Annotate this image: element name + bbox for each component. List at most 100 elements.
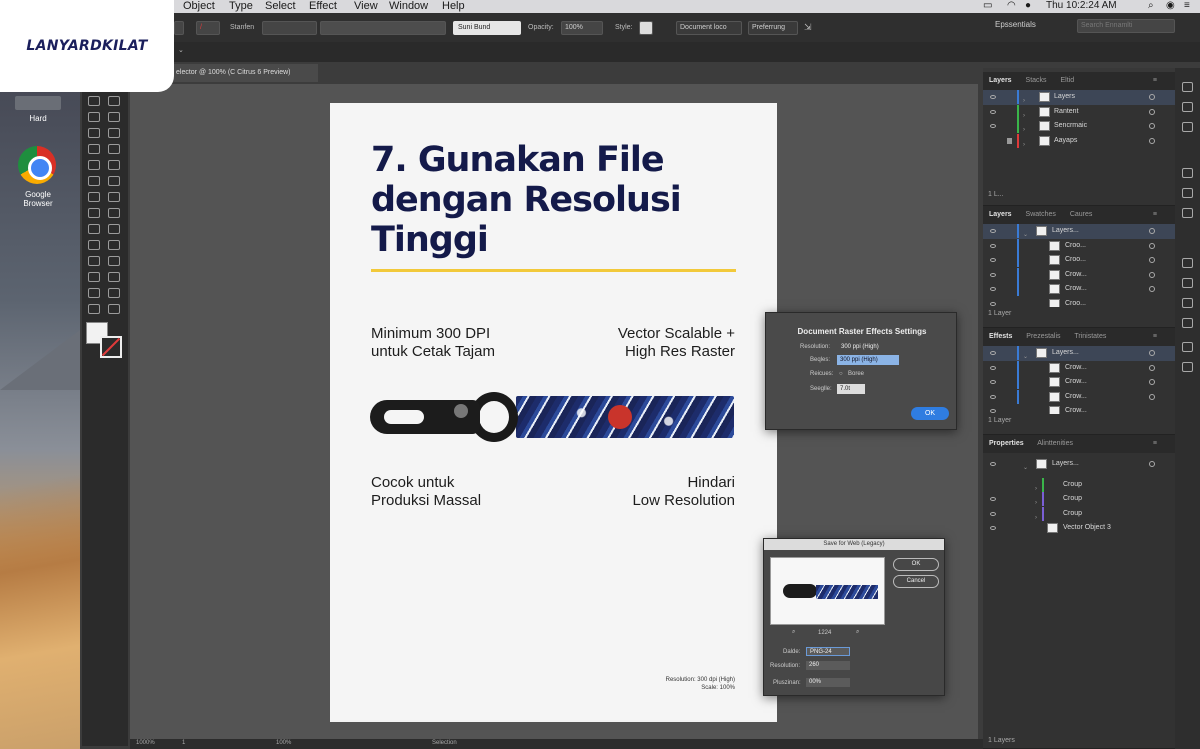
color-icon[interactable] [1182, 82, 1193, 92]
align-icon[interactable]: ⇲ [804, 22, 812, 33]
layer-row[interactable]: › Croup [983, 477, 1175, 493]
graph-tool-icon[interactable] [108, 272, 120, 282]
position-field[interactable]: 00% [806, 678, 850, 687]
target-icon[interactable] [1149, 257, 1155, 263]
hard-drive-icon[interactable] [15, 96, 61, 110]
save-cancel-button[interactable]: Cancel [893, 575, 939, 588]
artboard[interactable]: 7. Gunakan File dengan Resolusi Tinggi M… [330, 103, 777, 722]
gradient-icon[interactable] [1182, 188, 1193, 198]
eye-icon[interactable] [990, 243, 996, 248]
panel-menu-icon[interactable]: ≡ [1153, 206, 1157, 224]
tab-swatches[interactable]: Swatches [1026, 211, 1056, 218]
menu-object[interactable]: Object [183, 0, 215, 12]
status-artboard[interactable]: 1 [182, 740, 185, 746]
type-tool-icon[interactable] [88, 144, 100, 154]
background-field[interactable]: 300 ppi (High) [837, 355, 899, 365]
layer-row[interactable]: Crow... [983, 375, 1175, 390]
chevron-down-icon[interactable]: ⌄ [178, 46, 184, 54]
clock[interactable]: Thu 10:2:24 AM [1046, 0, 1117, 11]
layer-row[interactable]: Crow... [983, 404, 1175, 414]
target-icon[interactable] [1149, 242, 1155, 249]
libraries-icon[interactable] [1182, 362, 1193, 372]
siri-icon[interactable]: ◉ [1166, 0, 1175, 11]
curvature-tool-icon[interactable] [108, 128, 120, 138]
save-resolution-select[interactable]: 260 [806, 661, 850, 670]
tab-eltid[interactable]: Eltid [1061, 77, 1075, 84]
target-icon[interactable] [1149, 94, 1155, 100]
save-ok-button[interactable]: OK [893, 558, 939, 571]
slice-tool-icon[interactable] [108, 288, 120, 298]
perspective-tool-icon[interactable] [108, 224, 120, 234]
panel-menu-icon[interactable]: ≡ [1153, 435, 1157, 453]
chrome-icon[interactable] [18, 146, 56, 184]
target-icon[interactable] [1149, 228, 1155, 234]
target-icon[interactable] [1149, 461, 1155, 467]
artboards-icon[interactable] [1182, 342, 1193, 352]
stroke-color-swatch[interactable] [100, 336, 122, 358]
scale-tool-icon[interactable] [108, 192, 120, 202]
tab-caures[interactable]: Caures [1070, 211, 1093, 218]
lasso-tool-icon[interactable] [108, 112, 120, 122]
selection-tool-icon[interactable] [88, 96, 100, 106]
brush-definition[interactable]: Suni Bund [453, 21, 521, 35]
menu-type[interactable]: Type [229, 0, 253, 12]
shaper-tool-icon[interactable] [88, 176, 100, 186]
transparency-icon[interactable] [1182, 208, 1193, 218]
eye-icon[interactable] [990, 258, 996, 262]
wifi-icon[interactable]: ◠ [1007, 0, 1016, 11]
style-swatch[interactable] [639, 21, 653, 35]
eye-icon[interactable] [990, 365, 996, 370]
preferences-button[interactable]: Preferrung [748, 21, 798, 35]
tab-properties[interactable]: Properties [989, 440, 1024, 447]
opacity-field[interactable]: 100% [561, 21, 603, 35]
eye-icon[interactable] [990, 301, 996, 306]
tab-effects[interactable]: Effests [989, 333, 1012, 340]
resolution-select[interactable]: 300 ppi (High) [838, 342, 908, 352]
workspace-switcher[interactable]: Epssentials [992, 19, 1068, 33]
layer-row[interactable]: › Layers [983, 90, 1175, 105]
document-setup-button[interactable]: Document loco [676, 21, 742, 35]
eraser-tool-icon[interactable] [108, 176, 120, 186]
target-icon[interactable] [1149, 393, 1155, 400]
eyedropper-tool-icon[interactable] [88, 256, 100, 266]
layer-row[interactable]: Croo... [983, 297, 1175, 307]
target-icon[interactable] [1149, 364, 1155, 371]
status-zoom[interactable]: 1000% [136, 740, 155, 746]
target-icon[interactable] [1149, 350, 1155, 356]
target-icon[interactable] [1149, 108, 1155, 115]
preset-select[interactable]: PNG-24 [806, 647, 850, 656]
stroke-icon[interactable] [1182, 168, 1193, 178]
appearance-icon[interactable] [1182, 258, 1193, 268]
eye-icon[interactable] [990, 409, 996, 413]
width-tool-icon[interactable] [88, 208, 100, 218]
layer-row[interactable]: Crow... [983, 267, 1175, 283]
menu-effect[interactable]: Effect [309, 0, 337, 12]
menu-window[interactable]: Window [389, 0, 428, 12]
layer-row[interactable]: › Sencrmaic [983, 119, 1175, 134]
lock-icon[interactable] [1007, 137, 1012, 144]
brushes-icon[interactable] [1182, 122, 1193, 132]
layer-row[interactable]: › Rantent [983, 104, 1175, 120]
eye-icon[interactable] [990, 109, 996, 114]
status-selection[interactable]: Selection [432, 740, 457, 746]
layer-row[interactable]: ⌄ Layers... [983, 346, 1175, 361]
eye-icon[interactable] [990, 462, 996, 466]
eye-icon[interactable] [990, 124, 996, 128]
magic-wand-tool-icon[interactable] [88, 112, 100, 122]
swatches-icon[interactable] [1182, 102, 1193, 112]
layer-row[interactable]: › Croup [983, 492, 1175, 507]
stroke-weight-field[interactable] [262, 21, 317, 35]
spotlight-icon[interactable]: ⌕ [1148, 0, 1154, 11]
eye-icon[interactable] [990, 497, 996, 501]
zoom-in-icon[interactable]: ⌕ [856, 629, 859, 636]
tab-trinistates[interactable]: Trinistates [1074, 333, 1106, 340]
target-icon[interactable] [1149, 271, 1155, 278]
eye-icon[interactable] [990, 229, 996, 233]
target-icon[interactable] [1149, 137, 1155, 144]
eye-icon[interactable] [990, 272, 996, 277]
panel-menu-icon[interactable]: ≡ [1153, 328, 1157, 346]
notification-center-icon[interactable]: ≡ [1184, 0, 1190, 11]
eye-icon[interactable] [990, 351, 996, 355]
layer-row[interactable]: Crow... [983, 282, 1175, 297]
artboard-tool-icon[interactable] [88, 288, 100, 298]
